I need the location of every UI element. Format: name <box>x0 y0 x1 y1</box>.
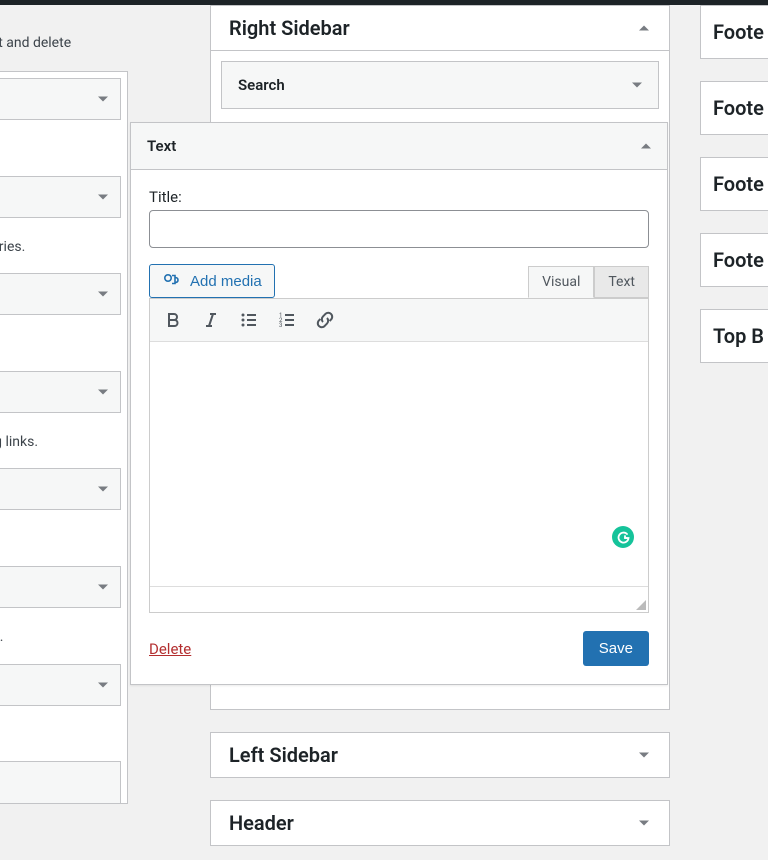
widget-desc: lery. <box>0 325 121 371</box>
widget-desc: ges. <box>0 520 121 566</box>
chevron-down-icon <box>98 389 108 394</box>
italic-button[interactable] <box>194 303 228 337</box>
widget-area-footer[interactable]: Foote <box>700 157 768 211</box>
bullet-list-button[interactable] <box>232 303 266 337</box>
tab-text[interactable]: Text <box>594 266 649 298</box>
widget-slot[interactable] <box>0 761 121 803</box>
editor-tabs: Visual Text <box>528 265 649 297</box>
widget-slot[interactable] <box>0 664 121 706</box>
widget-desc: ess.org links. <box>0 423 121 469</box>
widget-desc: t Posts. <box>0 618 121 664</box>
widget-label: Text <box>147 137 176 155</box>
editor-statusbar <box>150 586 648 612</box>
widget-label: Search <box>238 76 285 94</box>
title-label: Title: <box>149 188 649 206</box>
widget-slot[interactable] <box>0 371 121 413</box>
title-input[interactable] <box>149 210 649 248</box>
widget-area-footer[interactable]: Foote <box>700 5 768 59</box>
link-icon <box>315 310 335 330</box>
available-widgets-desc: a widget and delete <box>0 5 128 71</box>
widget-area-header[interactable]: Header <box>210 800 670 846</box>
media-icon <box>162 271 182 291</box>
widget-slot[interactable] <box>0 468 121 510</box>
widget-areas-column-2: Foote Foote Foote Foote Top B <box>700 5 768 385</box>
link-button[interactable] <box>308 303 342 337</box>
widget-area-footer[interactable]: Foote <box>700 81 768 135</box>
grammarly-icon[interactable] <box>612 526 634 548</box>
widget-area-top[interactable]: Top B <box>700 309 768 363</box>
numbered-list-icon: 123 <box>277 310 297 330</box>
text-widget-editor: Text Title: Add media Visual Text <box>130 122 668 685</box>
save-button[interactable]: Save <box>583 631 649 666</box>
italic-icon <box>201 310 221 330</box>
widget-area-footer[interactable]: Foote <box>700 233 768 287</box>
widget-inside: Title: Add media Visual Text <box>131 170 667 684</box>
widget-search[interactable]: Search <box>221 61 659 109</box>
numbered-list-button[interactable]: 123 <box>270 303 304 337</box>
widget-slot[interactable] <box>0 78 121 120</box>
widget-desc: yer. <box>0 130 121 176</box>
bold-icon <box>163 310 183 330</box>
chevron-up-icon <box>639 26 649 31</box>
bullet-list-icon <box>239 310 259 330</box>
editor-content-area[interactable] <box>150 342 648 586</box>
chevron-down-icon <box>98 584 108 589</box>
chevron-down-icon <box>98 682 108 687</box>
add-media-button[interactable]: Add media <box>149 264 275 298</box>
add-media-label: Add media <box>190 273 262 290</box>
widget-area-left-sidebar[interactable]: Left Sidebar <box>210 732 670 778</box>
widget-desc: r site. <box>0 716 121 762</box>
widget-area-right-sidebar[interactable]: Right Sidebar <box>210 5 670 50</box>
widget-slot[interactable] <box>0 273 121 315</box>
chevron-down-icon <box>98 487 108 492</box>
widget-area-label: Left Sidebar <box>229 743 338 767</box>
rich-editor: 123 <box>149 298 649 613</box>
tab-visual[interactable]: Visual <box>528 266 594 298</box>
bold-button[interactable] <box>156 303 190 337</box>
text-widget-handle[interactable]: Text <box>131 123 667 170</box>
delete-link[interactable]: Delete <box>149 640 191 658</box>
chevron-down-icon <box>639 821 649 826</box>
svg-text:3: 3 <box>279 322 282 329</box>
resize-grip-icon[interactable] <box>634 598 646 610</box>
chevron-down-icon <box>632 83 642 88</box>
chevron-down-icon <box>98 194 108 199</box>
chevron-up-icon <box>641 144 651 149</box>
widget-area-label: Right Sidebar <box>229 16 350 40</box>
widget-slot[interactable] <box>0 176 121 218</box>
chevron-down-icon <box>98 292 108 297</box>
widget-area-label: Header <box>229 811 294 835</box>
chevron-down-icon <box>98 97 108 102</box>
available-widgets-column: a widget and delete yer. categories. ler… <box>0 5 128 804</box>
chevron-down-icon <box>639 753 649 758</box>
editor-toolbar: 123 <box>150 299 648 342</box>
widget-slot[interactable] <box>0 566 121 608</box>
widget-desc: categories. <box>0 228 121 274</box>
